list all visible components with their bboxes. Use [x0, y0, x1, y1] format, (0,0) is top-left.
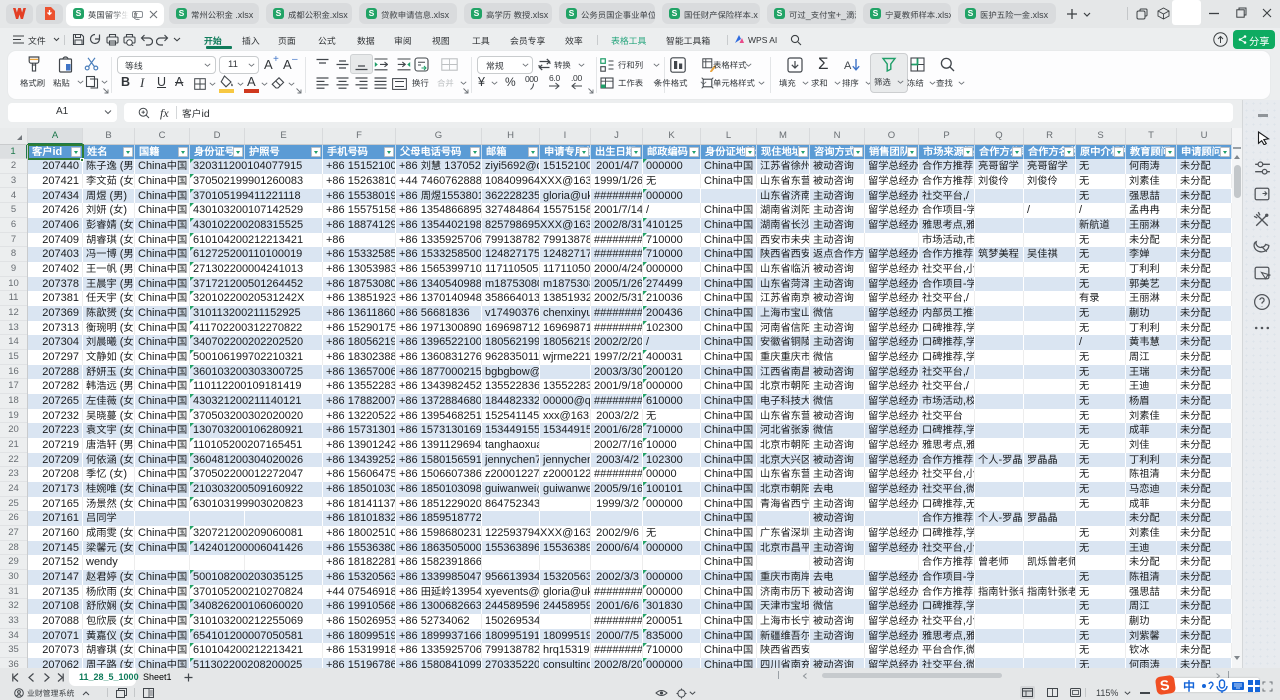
svg-text:A: A	[844, 60, 852, 72]
svg-text:中: 中	[1183, 679, 1195, 693]
